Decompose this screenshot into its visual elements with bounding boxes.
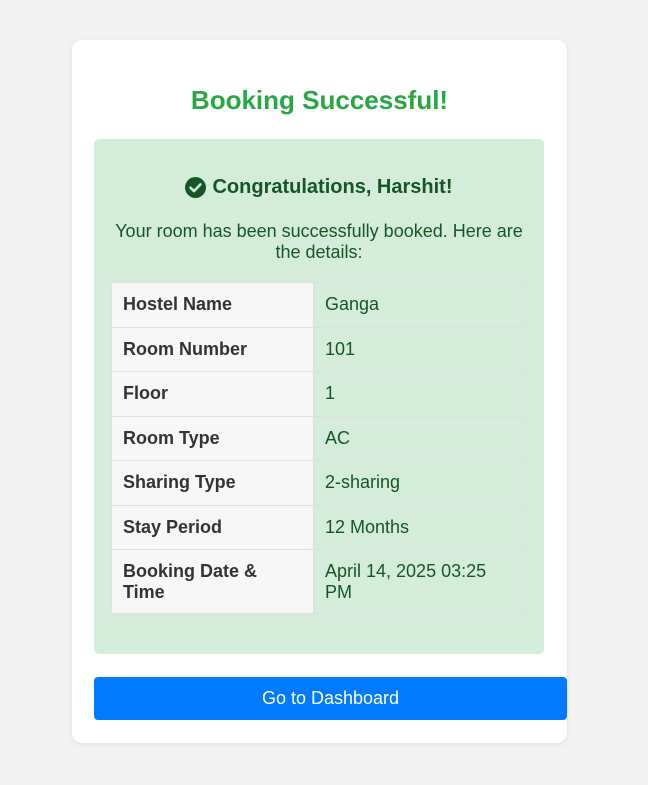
booking-details-table: Hostel Name Ganga Room Number 101 Floor …: [111, 282, 527, 614]
detail-label: Floor: [111, 371, 314, 417]
go-to-dashboard-button[interactable]: Go to Dashboard: [94, 677, 567, 720]
detail-label: Stay Period: [111, 504, 314, 550]
detail-label: Hostel Name: [111, 282, 314, 328]
detail-label: Room Number: [111, 326, 314, 372]
congratulations-text: Congratulations, Harshit!: [212, 176, 453, 198]
detail-value: April 14, 2025 03:25 PM: [313, 549, 527, 614]
table-row: Hostel Name Ganga: [111, 282, 527, 328]
booking-card: Booking Successful! Congratulations, Har…: [72, 40, 567, 743]
booking-message: Your room has been successfully booked. …: [115, 221, 523, 262]
detail-value: 1: [313, 371, 527, 417]
congratulations-heading: Congratulations, Harshit!: [94, 175, 544, 199]
table-row: Booking Date & Time April 14, 2025 03:25…: [111, 549, 527, 614]
detail-value: AC: [313, 415, 527, 461]
success-message-box: Congratulations, Harshit! Your room has …: [94, 139, 544, 654]
detail-label: Booking Date & Time: [111, 549, 314, 614]
table-row: Room Number 101: [111, 326, 527, 372]
detail-value: Ganga: [313, 282, 527, 328]
detail-label: Room Type: [111, 415, 314, 461]
check-circle-icon: [185, 176, 207, 198]
detail-value: 2-sharing: [313, 460, 527, 506]
page-title: Booking Successful!: [190, 85, 449, 115]
detail-label: Sharing Type: [111, 460, 314, 506]
table-row: Sharing Type 2-sharing: [111, 460, 527, 506]
table-row: Floor 1: [111, 371, 527, 417]
detail-value: 101: [313, 326, 527, 372]
table-row: Room Type AC: [111, 415, 527, 461]
table-row: Stay Period 12 Months: [111, 504, 527, 550]
detail-value: 12 Months: [313, 504, 527, 550]
